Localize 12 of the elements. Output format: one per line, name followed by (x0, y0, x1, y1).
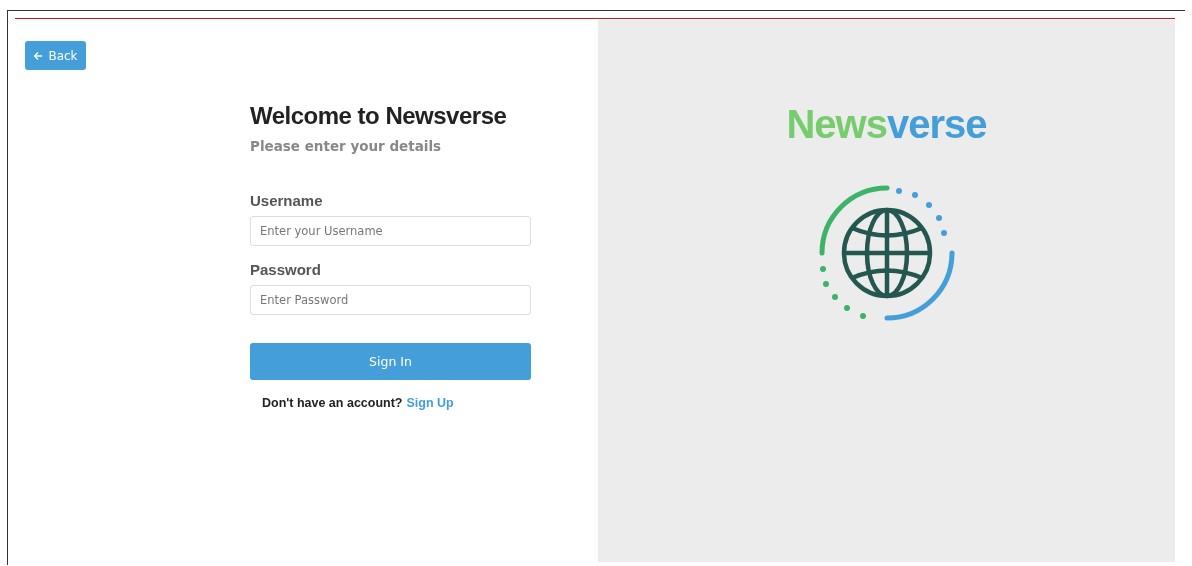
welcome-heading: Welcome to Newsverse (250, 102, 507, 130)
signup-prompt: Don't have an account? (262, 396, 403, 410)
newsverse-logo: Newsverse (786, 102, 987, 147)
subheading: Please enter your details (250, 138, 442, 154)
input-field[interactable]: Enter your Username (250, 216, 531, 246)
arrow-left-icon (33, 50, 44, 61)
back-button[interactable]: Back (25, 41, 86, 70)
sign-in-button[interactable]: Sign In (250, 343, 531, 380)
input-field[interactable]: Enter Password (250, 285, 531, 315)
sign-up-link[interactable]: Sign Up (406, 396, 454, 410)
field-label: Password (250, 261, 321, 278)
field-label: Username (250, 192, 323, 209)
